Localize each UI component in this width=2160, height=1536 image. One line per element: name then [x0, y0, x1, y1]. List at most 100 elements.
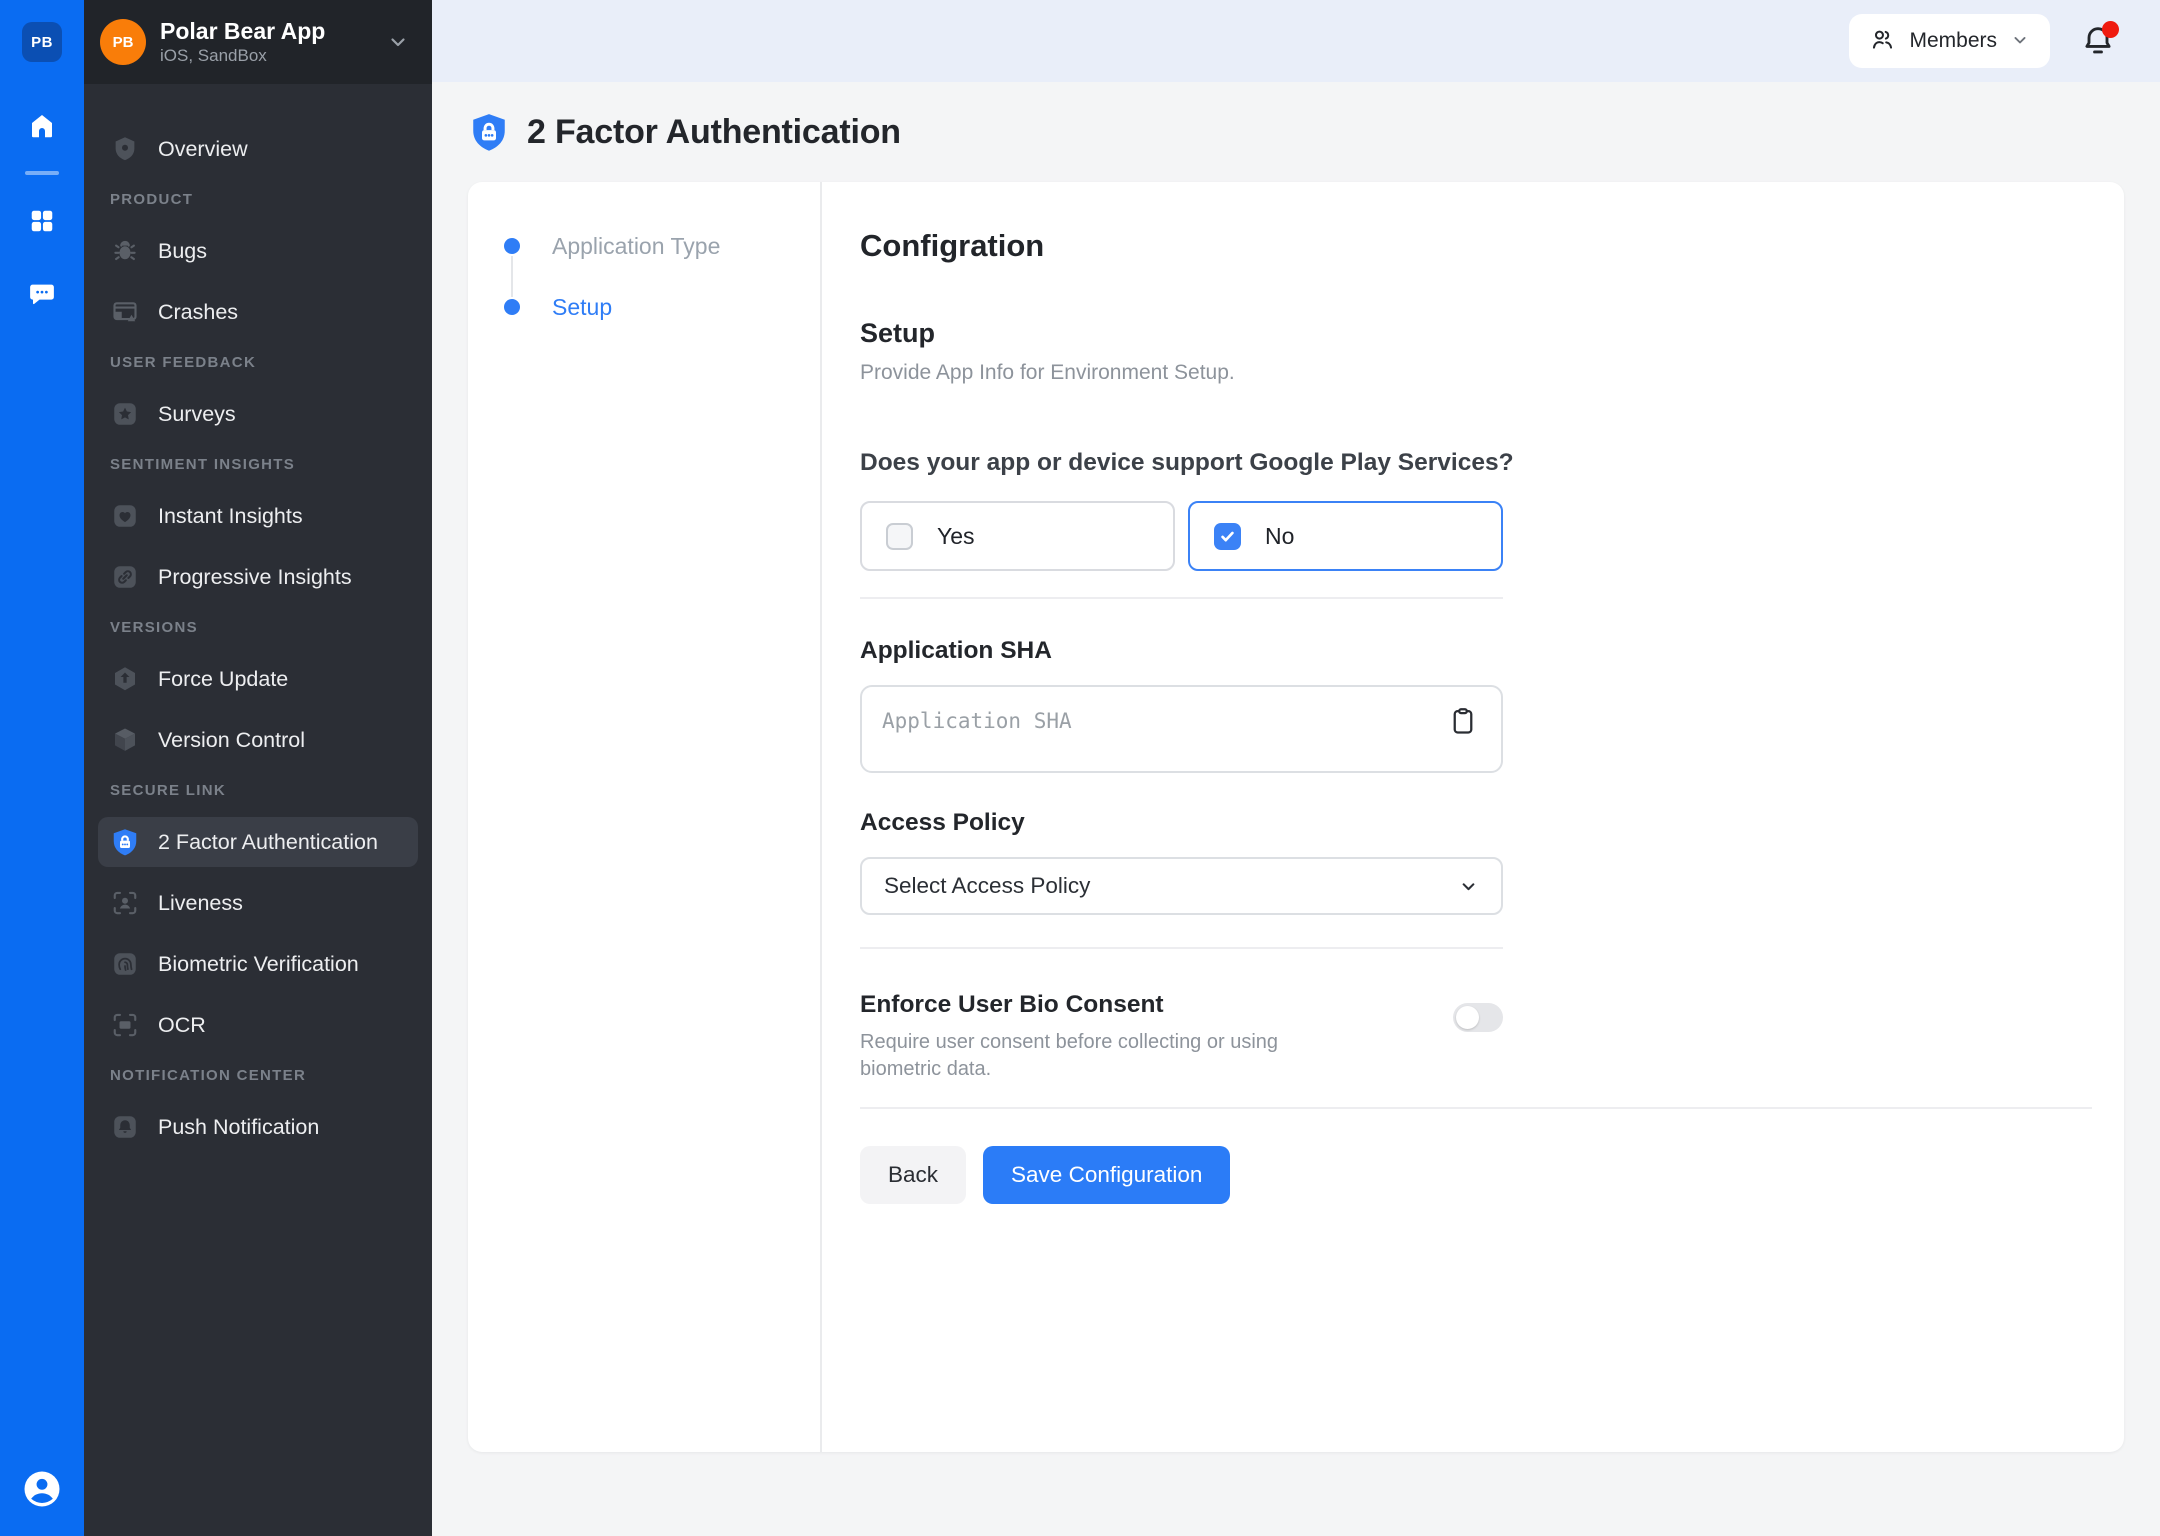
sidebar-item-biometric-verification[interactable]: Biometric Verification	[98, 939, 418, 989]
nav-section-secure-link: SECURE LINK	[98, 781, 418, 801]
page-content: 2 Factor Authentication Application Type…	[432, 108, 2160, 1452]
setup-section-title: Setup	[860, 318, 2092, 349]
sidebar-item-push-notification[interactable]: Push Notification	[98, 1102, 418, 1152]
checkbox-checked-icon[interactable]	[1214, 523, 1241, 550]
setup-section-subtitle: Provide App Info for Environment Setup.	[860, 361, 2092, 385]
nav-section-product: PRODUCT	[98, 190, 418, 210]
fingerprint-square-icon	[110, 949, 140, 979]
save-configuration-button[interactable]: Save Configuration	[983, 1146, 1230, 1204]
apps-grid-icon[interactable]	[28, 207, 56, 235]
sidebar-item-label: Surveys	[158, 402, 236, 427]
sidebar-item-surveys[interactable]: Surveys	[98, 389, 418, 439]
application-sha-input[interactable]: Application SHA	[860, 685, 1503, 773]
stepper-column: Application Type Setup	[468, 182, 822, 1452]
sidebar-item-ocr[interactable]: OCR	[98, 1000, 418, 1050]
sidebar-item-label: Force Update	[158, 667, 288, 692]
notifications-bell-icon[interactable]	[2080, 23, 2116, 59]
face-scan-icon	[110, 888, 140, 918]
footer-divider	[860, 1107, 2092, 1109]
app-root: PB PB Polar Bear App iOS, SandBox Overv	[0, 0, 2160, 1536]
nav-section-versions: VERSIONS	[98, 618, 418, 638]
chat-icon[interactable]	[27, 279, 57, 309]
star-square-icon	[110, 399, 140, 429]
option-no[interactable]: No	[1188, 501, 1503, 571]
sidebar-item-crashes[interactable]: Crashes	[98, 287, 418, 337]
sidebar-item-liveness[interactable]: Liveness	[98, 878, 418, 928]
checkbox-unchecked-icon[interactable]	[886, 523, 913, 550]
consent-toggle[interactable]	[1453, 1003, 1503, 1032]
config-card: Application TypeSetup Configration Setup…	[468, 182, 2124, 1452]
sidebar-item-label: Progressive Insights	[158, 565, 352, 590]
stepper-connector	[511, 256, 513, 297]
crashes-icon	[110, 297, 140, 327]
rail-divider	[25, 171, 59, 175]
sidebar-item-force-update[interactable]: Force Update	[98, 654, 418, 704]
sidebar-nav: Overview PRODUCT Bugs Crashes USER FEEDBACK S…	[84, 84, 432, 1183]
sidebar-item-label: OCR	[158, 1013, 206, 1038]
members-button[interactable]: Members	[1849, 14, 2050, 68]
notification-badge	[2102, 21, 2119, 38]
sidebar-item-overview[interactable]: Overview	[98, 124, 418, 174]
nav-section-notification-center: NOTIFICATION CENTER	[98, 1066, 418, 1086]
app-name: Polar Bear App	[160, 18, 386, 44]
sidebar-item-label: Version Control	[158, 728, 305, 753]
actions-row: Back Save Configuration	[860, 1146, 2092, 1204]
section-divider	[860, 947, 1503, 949]
workspace-logo[interactable]: PB	[22, 22, 62, 62]
consent-description: Require user consent before collecting o…	[860, 1029, 1310, 1083]
nav-section-sentiment-insights: SENTIMENT INSIGHTS	[98, 455, 418, 475]
sidebar-item-bugs[interactable]: Bugs	[98, 226, 418, 276]
sidebar-item-label: Bugs	[158, 239, 207, 264]
app-subtitle: iOS, SandBox	[160, 46, 386, 66]
option-yes[interactable]: Yes	[860, 501, 1175, 571]
consent-title: Enforce User Bio Consent	[860, 991, 1310, 1019]
card-scan-icon	[110, 1010, 140, 1040]
toggle-knob	[1456, 1006, 1479, 1029]
app-switcher[interactable]: PB Polar Bear App iOS, SandBox	[84, 0, 432, 84]
option-label: Yes	[937, 523, 975, 550]
sidebar-item-label: Instant Insights	[158, 504, 303, 529]
bug-icon	[110, 236, 140, 266]
user-avatar-icon[interactable]	[21, 1468, 63, 1510]
gps-options: Yes No	[860, 501, 2092, 571]
sidebar-item-label: Overview	[158, 137, 248, 162]
members-label: Members	[1909, 29, 1997, 53]
sidebar-item-label: Liveness	[158, 891, 243, 916]
chevron-down-icon	[2010, 30, 2030, 53]
sidebar-item-2-factor-authentication[interactable]: 2 Factor Authentication	[98, 817, 418, 867]
step-label: Application Type	[552, 233, 720, 260]
access-policy-select[interactable]: Select Access Policy	[860, 857, 1503, 915]
step-dot-icon	[504, 238, 520, 254]
shield-lock-icon	[468, 109, 510, 155]
page-title: 2 Factor Authentication	[527, 113, 901, 152]
sidebar: PB Polar Bear App iOS, SandBox Overview P…	[84, 0, 432, 1536]
sidebar-item-label: Crashes	[158, 300, 238, 325]
chevron-down-icon	[386, 30, 410, 54]
overview-icon	[110, 134, 140, 164]
sidebar-item-label: 2 Factor Authentication	[158, 830, 378, 855]
wizard-stepper: Application Type Setup	[468, 182, 820, 322]
access-policy-value: Select Access Policy	[884, 873, 1090, 899]
step-dot-icon	[504, 299, 520, 315]
bell-square-icon	[110, 1112, 140, 1142]
application-sha-placeholder: Application SHA	[882, 709, 1072, 733]
step-label: Setup	[552, 294, 612, 321]
home-icon[interactable]	[27, 111, 57, 141]
page-title-row: 2 Factor Authentication	[468, 108, 2124, 156]
wizard-step-setup[interactable]: Setup	[504, 292, 820, 322]
sidebar-item-version-control[interactable]: Version Control	[98, 715, 418, 765]
arrow-up-hexagon-icon	[110, 664, 140, 694]
sidebar-item-label: Push Notification	[158, 1115, 319, 1140]
consent-row: Enforce User Bio Consent Require user co…	[860, 991, 1503, 1083]
option-label: No	[1265, 523, 1294, 550]
topbar: Members	[432, 0, 2160, 82]
sidebar-item-progressive-insights[interactable]: Progressive Insights	[98, 552, 418, 602]
sidebar-item-instant-insights[interactable]: Instant Insights	[98, 491, 418, 541]
nav-section-user-feedback: USER FEEDBACK	[98, 353, 418, 373]
wizard-step-application-type[interactable]: Application Type	[504, 231, 820, 261]
clipboard-icon[interactable]	[1447, 705, 1479, 737]
back-button[interactable]: Back	[860, 1146, 966, 1204]
main-area: Members 2 Factor Authentication	[432, 0, 2160, 1536]
app-rail: PB	[0, 0, 84, 1536]
link-square-icon	[110, 562, 140, 592]
